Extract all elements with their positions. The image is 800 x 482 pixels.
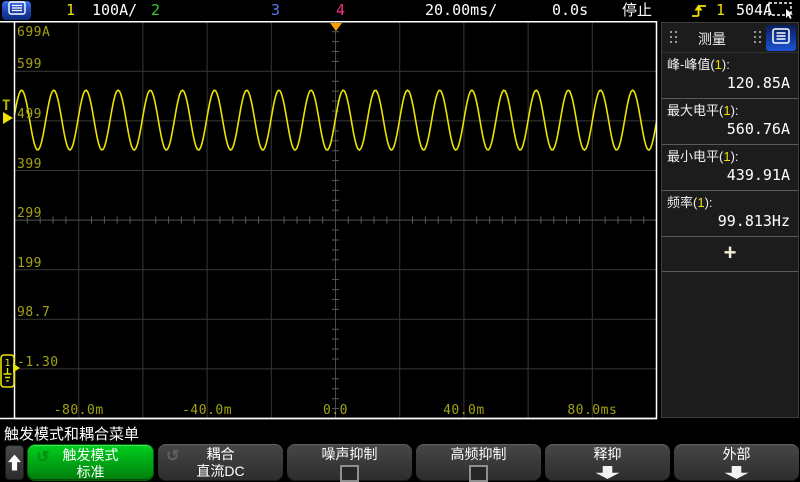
measurement-channel: 1 <box>723 149 730 164</box>
menu-back-button[interactable] <box>5 445 24 480</box>
measurement-list: 峰-峰值(1):120.85A最大电平(1):560.76A最小电平(1):43… <box>662 53 798 237</box>
measurement-item[interactable]: 峰-峰值(1):120.85A <box>662 53 798 99</box>
delay-readout[interactable]: 0.0s <box>552 2 588 19</box>
down-arrow-icon <box>725 466 749 479</box>
measurement-item[interactable]: 最小电平(1):439.91A <box>662 145 798 191</box>
measurement-value: 439.91A <box>667 165 793 188</box>
timebase-readout[interactable]: 20.00ms/ <box>425 2 497 19</box>
channel-1-button[interactable]: 1 <box>66 2 75 19</box>
channel-4-button[interactable]: 4 <box>336 2 345 19</box>
x-axis-label: 80.0ms <box>552 403 632 418</box>
measurement-channel: 1 <box>697 195 704 210</box>
y-axis-label: 98.7 <box>17 305 50 320</box>
channel-3-button[interactable]: 3 <box>271 2 280 19</box>
waveform-graticule: 699A 599 499 399 299 199 98.7 -1.30 -80.0m -40.0… <box>0 21 659 420</box>
softkey-4[interactable]: 高频抑制 <box>416 444 541 481</box>
y-axis-label: 399 <box>17 157 42 172</box>
trigger-position-marker[interactable] <box>330 23 342 31</box>
trigger-source-readout[interactable]: 1 <box>716 2 725 19</box>
y-axis-label: -1.30 <box>17 355 59 370</box>
channel-1-ground-marker[interactable]: 1 <box>0 354 21 389</box>
checkbox[interactable] <box>469 465 488 482</box>
top-status-bar: 1 100A/ 2 3 4 20.00ms/ 0.0s 停止 1 504A <box>0 0 800 21</box>
measurement-label: 最大电平(1): <box>667 102 793 119</box>
softkey-label: 噪声抑制 <box>287 444 412 463</box>
drag-handle-icon[interactable] <box>754 31 756 33</box>
checkbox[interactable] <box>340 465 359 482</box>
measurement-channel: 1 <box>723 103 730 118</box>
hamburger-icon <box>772 28 790 49</box>
measurement-channel: 1 <box>715 57 722 72</box>
softkey-label: 高频抑制 <box>416 444 541 463</box>
oscilloscope-screen: 1 100A/ 2 3 4 20.00ms/ 0.0s 停止 1 504A 69… <box>0 0 800 482</box>
y-axis-label: 499 <box>17 107 42 122</box>
softkey-5[interactable]: 释抑 <box>545 444 670 481</box>
measurement-value: 560.76A <box>667 119 793 142</box>
trigger-level-readout[interactable]: 504A <box>736 2 772 19</box>
measurement-label: 峰-峰值(1): <box>667 56 793 73</box>
channel-1-scale[interactable]: 100A/ <box>92 2 137 19</box>
x-axis-label: 0.0 <box>296 403 376 418</box>
softkey-1[interactable]: ↺触发模式标准 <box>27 444 154 481</box>
x-axis-label: -80.0m <box>39 403 119 418</box>
x-axis-label: 40.0m <box>424 403 504 418</box>
measurement-item[interactable]: 频率(1):99.813Hz <box>662 191 798 237</box>
softkey-6[interactable]: 外部 <box>674 444 799 481</box>
ground-marker-arrow-icon <box>13 363 20 372</box>
add-measurement-button[interactable]: + <box>662 237 798 272</box>
cycle-icon: ↺ <box>166 446 179 466</box>
cycle-icon: ↺ <box>36 447 49 467</box>
softkey-label: 外部 <box>674 444 799 463</box>
measurement-label: 频率(1): <box>667 194 793 211</box>
waveform-plot <box>0 21 659 420</box>
channel-2-button[interactable]: 2 <box>151 2 160 19</box>
measurement-panel: 测量 峰-峰值(1):120.85A最大电平(1):560.76A最小电平(1)… <box>661 22 799 418</box>
softkey-menu-bar: ↺触发模式标准↺耦合直流DC噪声抑制高频抑制释抑外部 <box>0 443 800 482</box>
trigger-slope-icon[interactable] <box>690 3 708 23</box>
main-menu-button[interactable] <box>2 1 31 20</box>
softkeys: ↺触发模式标准↺耦合直流DC噪声抑制高频抑制释抑外部 <box>27 444 799 481</box>
measurement-menu-button[interactable] <box>766 25 796 51</box>
hamburger-icon <box>8 1 26 20</box>
y-axis-label: 599 <box>17 57 42 72</box>
ground-icon <box>4 368 12 381</box>
measurement-panel-header: 测量 <box>662 23 798 53</box>
up-arrow-icon <box>8 455 21 471</box>
y-axis-label: 299 <box>17 206 42 221</box>
down-arrow-icon <box>596 466 620 479</box>
measurement-value: 99.813Hz <box>667 211 793 234</box>
ground-marker-channel: 1 <box>4 358 10 369</box>
pointer-select-icon[interactable] <box>768 2 796 24</box>
softkey-label: 释抑 <box>545 444 670 463</box>
softkey-2[interactable]: ↺耦合直流DC <box>158 444 283 481</box>
run-state-readout[interactable]: 停止 <box>622 2 652 19</box>
measurement-value: 120.85A <box>667 73 793 96</box>
y-axis-label: 699A <box>17 25 50 40</box>
menu-status-line: 触发模式和耦合菜单 <box>4 423 139 444</box>
y-axis-label: 199 <box>17 256 42 271</box>
x-axis-label: -40.0m <box>167 403 247 418</box>
measurement-label: 最小电平(1): <box>667 148 793 165</box>
measurement-item[interactable]: 最大电平(1):560.76A <box>662 99 798 145</box>
measurement-panel-title: 测量 <box>662 29 762 49</box>
trigger-level-marker[interactable] <box>3 112 13 124</box>
softkey-3[interactable]: 噪声抑制 <box>287 444 412 481</box>
